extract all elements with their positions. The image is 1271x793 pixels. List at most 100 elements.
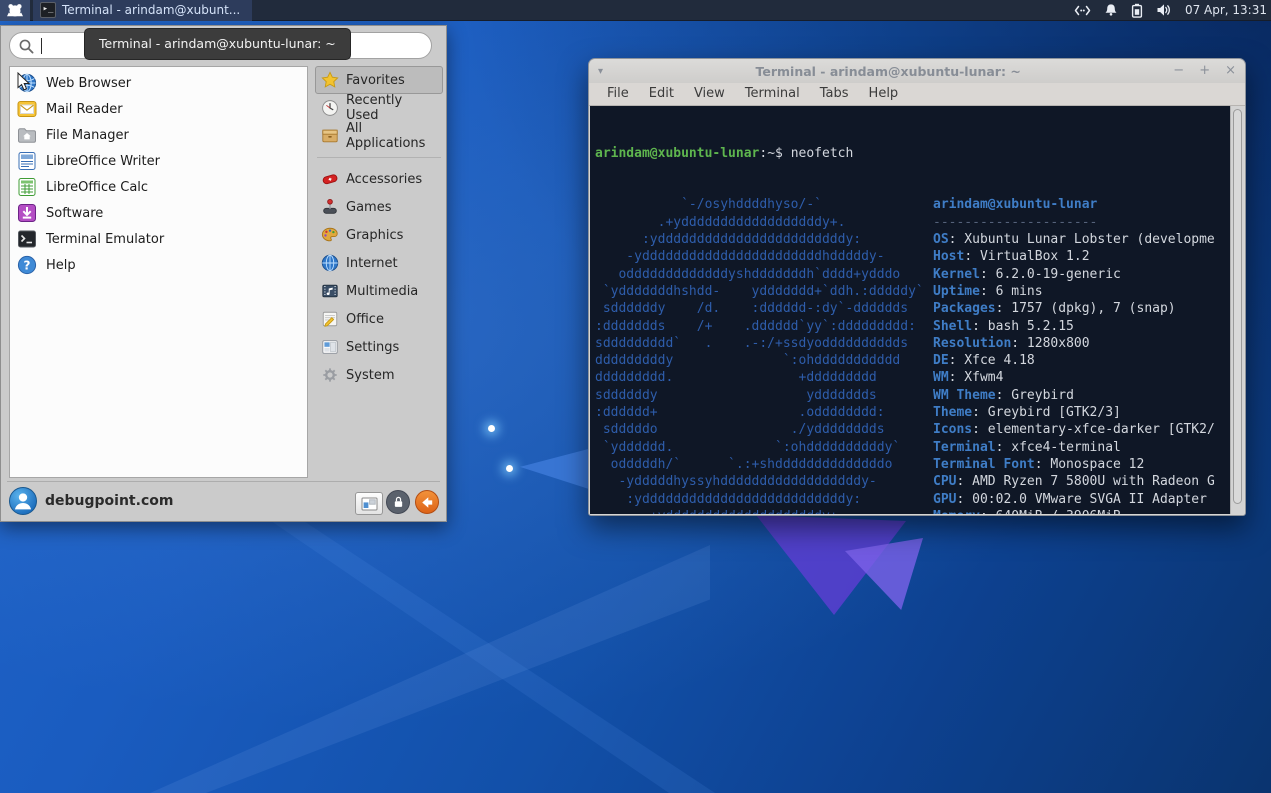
category-accessories[interactable]: Accessories: [315, 165, 443, 193]
info-label: Icons: [933, 422, 972, 437]
clock-icon: [321, 99, 339, 117]
info-line: GPU: 00:02.0 VMware SVGA II Adapter: [933, 491, 1230, 508]
menu-app-software[interactable]: Software: [10, 200, 307, 226]
info-label: WM: [933, 370, 949, 385]
username: debugpoint.com: [45, 493, 173, 509]
maximize-button[interactable]: +: [1199, 59, 1210, 83]
panel-clock[interactable]: 07 Apr, 13:31: [1185, 3, 1267, 17]
menu-app-help[interactable]: ? Help: [10, 252, 307, 278]
info-label: Memory: [933, 509, 980, 514]
writer-icon: [17, 151, 37, 171]
category-label: Multimedia: [346, 284, 418, 299]
info-line: WM Theme: Greybird: [933, 387, 1230, 404]
category-multimedia[interactable]: Multimedia: [315, 277, 443, 305]
category-all-applications[interactable]: All Applications: [315, 122, 443, 150]
info-line: DE: Xfce 4.18: [933, 352, 1230, 369]
wallpaper-dot: [506, 465, 513, 472]
system-tray: 07 Apr, 13:31: [1074, 3, 1271, 18]
network-icon[interactable]: [1074, 4, 1091, 17]
minimize-button[interactable]: −: [1173, 59, 1184, 83]
info-value: : 00:02.0 VMware SVGA II Adapter: [956, 492, 1206, 507]
menu-app-mail-reader[interactable]: Mail Reader: [10, 96, 307, 122]
app-label: File Manager: [46, 128, 129, 143]
star-icon: [321, 71, 339, 89]
app-label: Web Browser: [46, 76, 131, 91]
info-line: Terminal: xfce4-terminal: [933, 439, 1230, 456]
notifications-icon[interactable]: [1104, 3, 1118, 17]
info-line: Packages: 1757 (dpkg), 7 (snap): [933, 300, 1230, 317]
category-system[interactable]: System: [315, 361, 443, 389]
close-button[interactable]: ×: [1225, 59, 1236, 83]
folder-icon: [17, 125, 37, 145]
menu-tabs[interactable]: Tabs: [810, 83, 859, 105]
info-value: : bash 5.2.15: [972, 319, 1074, 334]
info-line: Resolution: 1280x800: [933, 335, 1230, 352]
swiss-knife-icon: [321, 170, 339, 188]
info-label: Terminal Font: [933, 457, 1035, 472]
terminal-window: ▾ Terminal - arindam@xubuntu-lunar: ~ − …: [588, 58, 1246, 516]
volume-icon[interactable]: [1156, 3, 1172, 17]
lock-icon: [392, 495, 405, 509]
whisker-menu-button[interactable]: [0, 0, 30, 21]
category-label: Recently Used: [346, 93, 437, 123]
log-out-button[interactable]: [415, 490, 439, 514]
scrollbar-thumb[interactable]: [1233, 109, 1242, 504]
settings-manager-button[interactable]: [355, 492, 383, 515]
application-list: Web Browser Mail Reader File Manager: [9, 66, 308, 478]
category-label: Settings: [346, 340, 399, 355]
lock-screen-button[interactable]: [386, 490, 410, 514]
menu-terminal[interactable]: Terminal: [735, 83, 810, 105]
info-label: CPU: [933, 474, 956, 489]
arrow-left-icon: [420, 496, 434, 509]
info-line: Shell: bash 5.2.15: [933, 318, 1230, 335]
info-label: Theme: [933, 405, 972, 420]
menu-edit[interactable]: Edit: [639, 83, 684, 105]
category-settings[interactable]: Settings: [315, 333, 443, 361]
tooltip: Terminal - arindam@xubuntu-lunar: ~: [84, 28, 351, 60]
info-value: : 1757 (dpkg), 7 (snap): [996, 301, 1176, 316]
category-recently-used[interactable]: Recently Used: [315, 94, 443, 122]
calc-icon: [17, 177, 37, 197]
info-line: Memory: 640MiB / 3906MiB: [933, 508, 1230, 514]
menu-app-web-browser[interactable]: Web Browser: [10, 70, 307, 96]
category-internet[interactable]: Internet: [315, 249, 443, 277]
info-value: : Xfwm4: [949, 370, 1004, 385]
category-graphics[interactable]: Graphics: [315, 221, 443, 249]
gear-icon: [321, 366, 339, 384]
prompt-user-host: arindam@xubuntu-lunar: [595, 146, 759, 161]
category-separator: [317, 157, 441, 158]
menu-app-terminal-emulator[interactable]: Terminal Emulator: [10, 226, 307, 252]
info-line: Icons: elementary-xfce-darker [GTK2/: [933, 421, 1230, 438]
menu-app-libreoffice-writer[interactable]: LibreOffice Writer: [10, 148, 307, 174]
svg-text:?: ?: [24, 258, 31, 272]
category-favorites[interactable]: Favorites: [315, 66, 443, 94]
drawer-icon: [321, 127, 339, 145]
taskbar-window-button[interactable]: ▸_ Terminal - arindam@xubunt...: [33, 0, 252, 21]
category-list: Favorites Recently Used All Applications: [315, 66, 443, 389]
category-office[interactable]: Office: [315, 305, 443, 333]
menu-app-file-manager[interactable]: File Manager: [10, 122, 307, 148]
info-label: WM Theme: [933, 388, 996, 403]
person-icon: [10, 488, 36, 514]
menu-help[interactable]: Help: [859, 83, 909, 105]
terminal-content[interactable]: arindam@xubuntu-lunar:~$ neofetch `-/osy…: [590, 106, 1230, 514]
window-titlebar: ▾ Terminal - arindam@xubuntu-lunar: ~ − …: [589, 59, 1245, 83]
prompt-suffix: :~$: [759, 146, 790, 161]
category-games[interactable]: Games: [315, 193, 443, 221]
info-value: : Xubuntu Lunar Lobster (developme: [949, 232, 1215, 247]
info-label: Shell: [933, 319, 972, 334]
menu-file[interactable]: File: [597, 83, 639, 105]
info-line: Host: VirtualBox 1.2: [933, 248, 1230, 265]
app-label: Help: [46, 258, 76, 273]
neofetch-ascii-art: `-/osyhddddhyso/-` .+ydddddddddddddddddd…: [595, 196, 933, 514]
terminal-scrollbar[interactable]: [1230, 106, 1244, 514]
menu-view[interactable]: View: [684, 83, 735, 105]
menu-app-libreoffice-calc[interactable]: LibreOffice Calc: [10, 174, 307, 200]
film-note-icon: [321, 282, 339, 300]
battery-icon[interactable]: [1131, 3, 1143, 18]
user-avatar: [9, 487, 37, 515]
window-menu-icon[interactable]: ▾: [598, 66, 603, 77]
info-value: : xfce4-terminal: [996, 440, 1121, 455]
top-panel: ▸_ Terminal - arindam@xubunt...: [0, 0, 1271, 21]
settings-panels-icon: [321, 338, 339, 356]
